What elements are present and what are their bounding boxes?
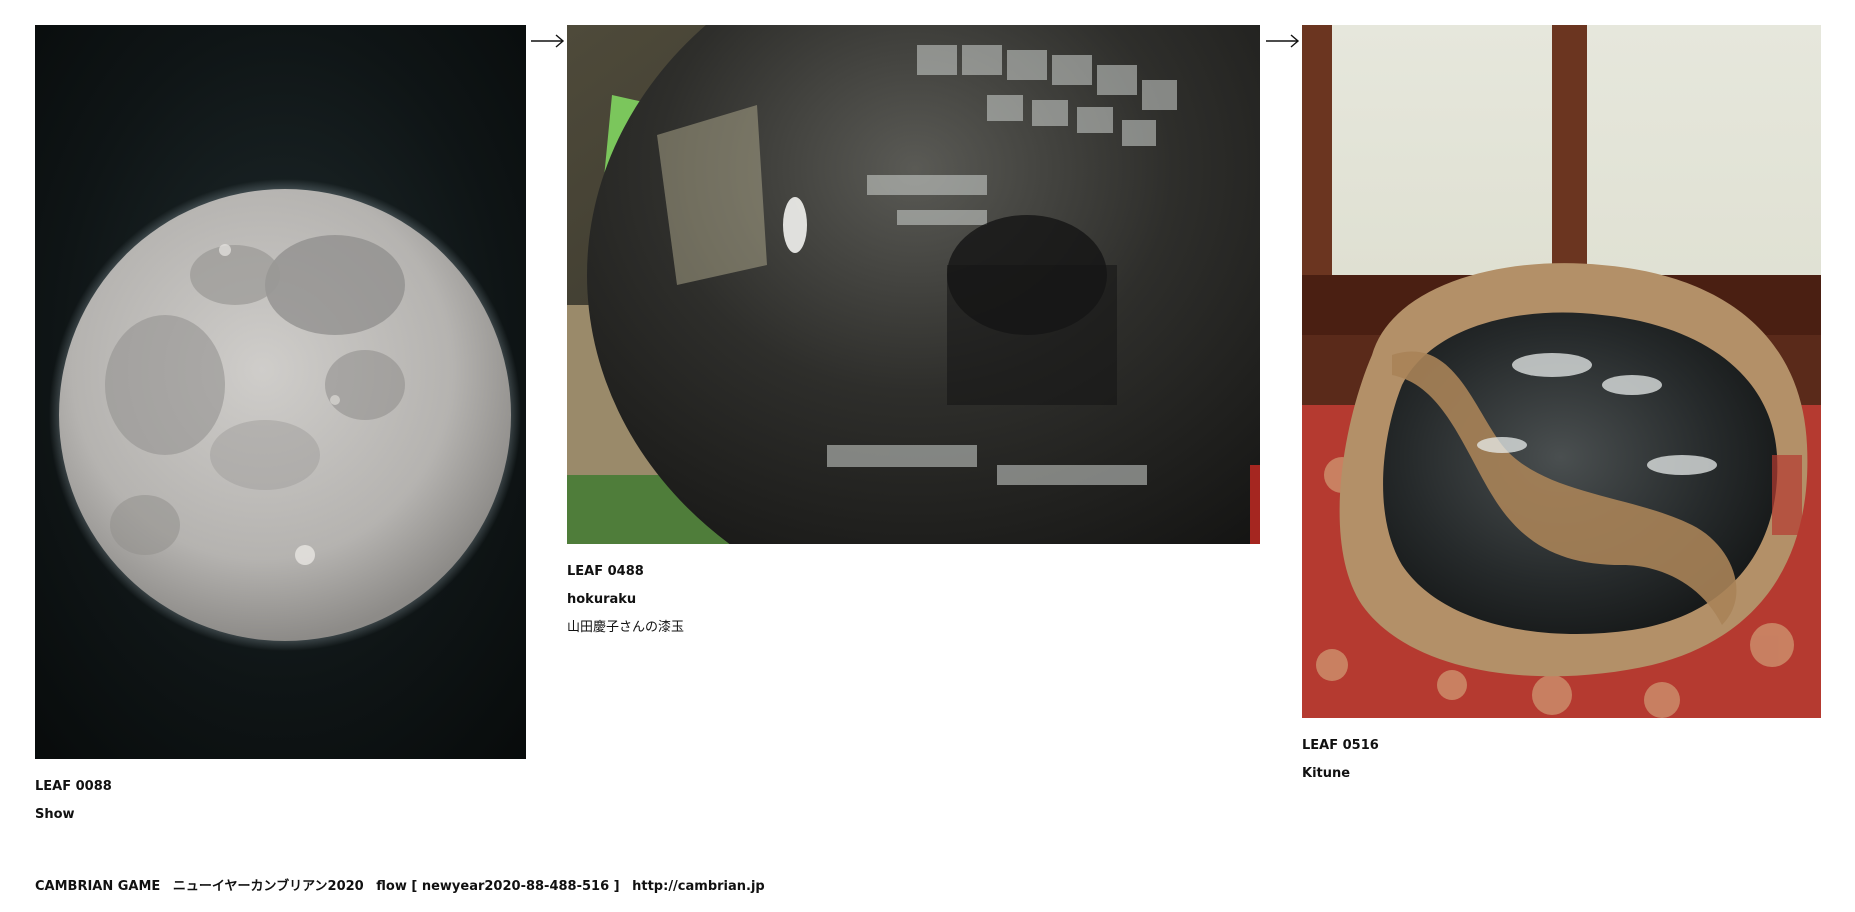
right-arrow-icon xyxy=(1266,34,1300,48)
leaf-photo-lacquer-ball[interactable] xyxy=(567,25,1260,544)
leaf-photo-stone[interactable] xyxy=(1302,25,1821,718)
moon-image xyxy=(35,25,526,759)
right-arrow-icon xyxy=(531,34,565,48)
leaf-title: LEAF 0516 xyxy=(1302,738,1379,753)
lacquer-ball-image xyxy=(567,25,1260,544)
leaf-photo-moon[interactable] xyxy=(35,25,526,759)
leaf-card-0516: LEAF 0516 Kitune xyxy=(1302,25,1821,788)
footer: CAMBRIAN GAME ニューイヤーカンブリアン2020 flow [ ne… xyxy=(35,875,765,894)
leaf-title: LEAF 0488 xyxy=(567,564,644,579)
leaf-author[interactable]: hokuraku xyxy=(567,586,1260,614)
leaf-card-0088: LEAF 0088 Show xyxy=(35,25,526,829)
footer-flow: flow [ newyear2020-88-488-516 ] xyxy=(376,879,620,894)
footer-event-name: ニューイヤーカンブリアン2020 xyxy=(172,879,364,894)
leaf-note: 山田慶子さんの漆玉 xyxy=(567,620,685,635)
leaf-author[interactable]: Kitune xyxy=(1302,760,1821,788)
leaf-card-0488: LEAF 0488 hokuraku 山田慶子さんの漆玉 xyxy=(567,25,1260,642)
stone-image xyxy=(1302,25,1821,718)
footer-game-name: CAMBRIAN GAME xyxy=(35,879,161,894)
leaf-title: LEAF 0088 xyxy=(35,779,112,794)
footer-site-link[interactable]: http://cambrian.jp xyxy=(632,879,765,894)
leaf-author[interactable]: Show xyxy=(35,801,526,829)
